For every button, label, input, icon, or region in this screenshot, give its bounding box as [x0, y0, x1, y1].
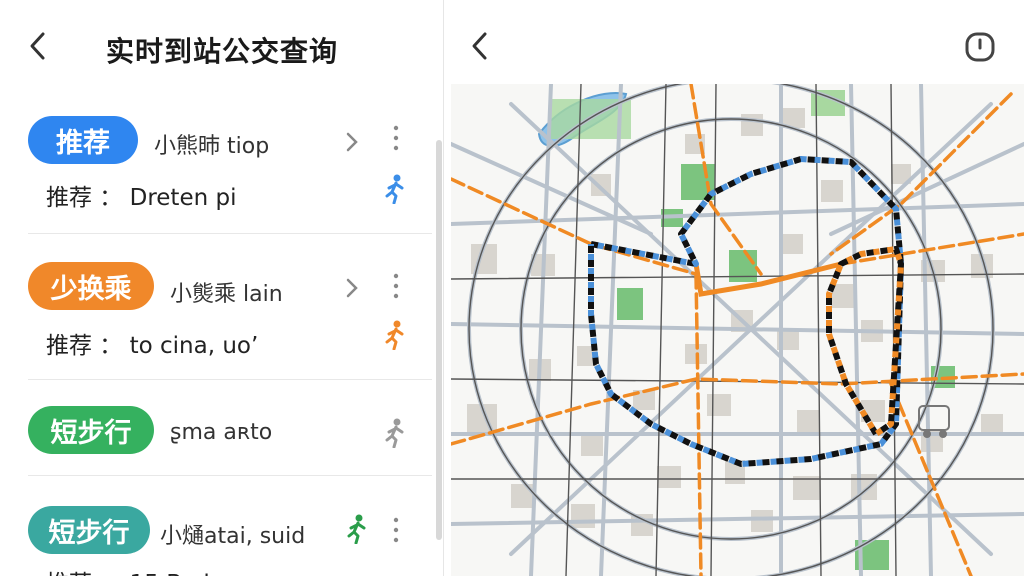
clock-icon[interactable]	[963, 30, 997, 64]
page-title: 实时到站公交查询	[106, 35, 339, 68]
back-button[interactable]	[22, 28, 54, 64]
route-tag: 推荐	[28, 116, 138, 164]
scrollbar[interactable]	[436, 140, 442, 540]
route-summary: 推荐 ： 15 B ai	[46, 564, 210, 576]
route-item-short-walk[interactable]: 短步行 ʂma aʀto	[0, 380, 432, 476]
more-kebab-icon[interactable]	[392, 272, 400, 300]
chevron-right-icon[interactable]	[342, 276, 362, 300]
route-map[interactable]	[451, 84, 1024, 576]
walking-person-icon	[385, 174, 404, 204]
route-name: 小熋乘 lain	[170, 282, 283, 307]
route-name: 小熥atai, suid	[160, 524, 306, 549]
more-kebab-icon[interactable]	[392, 516, 400, 544]
walking-person-icon	[385, 418, 404, 448]
route-summary: 推荐 ： to cina, uo’	[46, 333, 259, 359]
route-name: 小熊昁 tiop	[154, 134, 270, 159]
route-tag: 短步行	[28, 506, 150, 554]
chevron-left-icon	[30, 32, 45, 60]
header: 实时到站公交查询	[0, 0, 443, 96]
route-tag: 少换乘	[28, 262, 154, 310]
chevron-right-icon[interactable]	[342, 130, 362, 154]
walking-person-icon	[385, 320, 404, 350]
map-header	[445, 0, 1024, 84]
route-item-recommended[interactable]: 推荐 小熊昁 tiop 推荐 ： Dreten pi	[0, 100, 432, 234]
map-canvas[interactable]	[451, 84, 1024, 576]
route-tag: 短步行	[28, 406, 154, 454]
route-list-panel: 实时到站公交查询 推荐 小熊昁 tiop 推荐 ： Dreten pi 少换乘 …	[0, 0, 444, 576]
more-kebab-icon[interactable]	[392, 124, 400, 152]
route-summary: 推荐 ： Dreten pi	[46, 185, 237, 211]
map-panel	[445, 0, 1024, 576]
walking-person-icon	[347, 514, 366, 544]
chevron-left-icon[interactable]	[465, 28, 495, 64]
route-item-short-walk-2[interactable]: 短步行 小熥atai, suid 推荐 ： 15 B ai	[0, 476, 432, 576]
route-item-fewer-transfers[interactable]: 少换乘 小熋乘 lain 推荐 ： to cina, uo’	[0, 234, 432, 380]
route-name: ʂma aʀto	[170, 420, 273, 445]
